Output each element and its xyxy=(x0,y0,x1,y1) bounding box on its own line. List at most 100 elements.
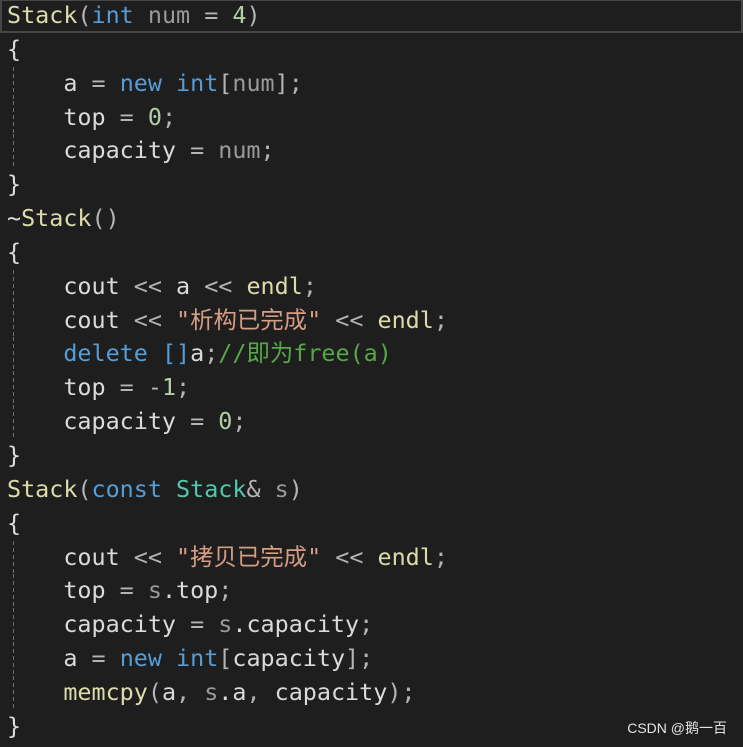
code-line[interactable]: { xyxy=(0,33,743,67)
punctuation-token: = xyxy=(77,68,120,97)
number-token: 4 xyxy=(232,1,247,29)
code-line[interactable]: a = new int[capacity]; xyxy=(0,642,743,676)
punctuation-token: [ xyxy=(218,644,233,673)
identifier-token: capacity xyxy=(232,644,346,673)
code-editor[interactable]: Stack(int num = 4){ a = new int[num]; to… xyxy=(0,0,743,747)
punctuation-token: = xyxy=(176,407,219,436)
code-line[interactable]: capacity = num; xyxy=(0,134,743,169)
parameter-token: s xyxy=(274,474,289,503)
punctuation-token: ); xyxy=(387,677,416,706)
punctuation-token: ; xyxy=(232,407,247,436)
code-line[interactable]: memcpy(a, s.a, capacity); xyxy=(0,675,743,710)
keyword-token: delete xyxy=(63,339,148,368)
punctuation-token: [ xyxy=(218,68,233,97)
code-line[interactable]: cout << "拷贝已完成" << endl; xyxy=(0,540,743,575)
keyword-token: new xyxy=(119,68,162,97)
identifier-token: top xyxy=(63,576,106,605)
identifier-token: a xyxy=(63,68,78,97)
code-line[interactable]: delete []a;//即为free(a) xyxy=(0,337,743,372)
punctuation-token: << xyxy=(321,542,378,571)
punctuation-token: ; xyxy=(218,576,233,605)
punctuation-token: , xyxy=(176,677,205,706)
identifier-token: a xyxy=(176,271,191,300)
punctuation-token: << xyxy=(119,271,177,300)
punctuation-token: ; xyxy=(359,610,374,639)
punctuation-token: ; xyxy=(433,542,448,571)
identifier-token: cout xyxy=(63,305,120,334)
text-token: { xyxy=(7,508,22,537)
punctuation-token: ; xyxy=(161,102,177,131)
code-line[interactable]: cout << "析构已完成" << endl; xyxy=(0,303,743,338)
identifier-token: a xyxy=(63,644,78,673)
punctuation-token: ( xyxy=(147,677,162,706)
identifier-token: capacity xyxy=(63,136,177,165)
punctuation-token: ; xyxy=(204,339,219,368)
code-line[interactable]: ~Stack() xyxy=(0,202,743,236)
punctuation-token: () xyxy=(91,204,120,233)
punctuation-token: ]; xyxy=(345,644,374,673)
parameter-token: num xyxy=(147,1,191,29)
punctuation-token: << xyxy=(321,305,378,334)
keyword-token: int xyxy=(176,68,219,97)
code-line[interactable]: { xyxy=(0,507,743,541)
code-line[interactable]: top = 0; xyxy=(0,100,743,135)
code-line[interactable]: capacity = 0; xyxy=(0,405,743,439)
number-token: 0 xyxy=(218,407,233,436)
text-token: { xyxy=(7,237,22,266)
code-line[interactable]: } xyxy=(0,439,743,473)
function-token: endl xyxy=(377,542,434,571)
number-token: 1 xyxy=(161,373,177,402)
parameter-token: num xyxy=(218,136,261,165)
punctuation-token: = xyxy=(190,1,233,29)
code-line[interactable]: top = s.top; xyxy=(0,574,743,609)
function-token: Stack xyxy=(7,1,78,29)
punctuation-token: << xyxy=(119,305,177,334)
punctuation-token: ]; xyxy=(274,68,303,97)
function-token: Stack xyxy=(7,474,78,503)
code-line[interactable]: Stack(const Stack& s) xyxy=(0,473,743,507)
current-code-line[interactable]: Stack(int num = 4) xyxy=(0,0,743,33)
keyword-token: const xyxy=(91,474,162,503)
identifier-token: capacity xyxy=(274,677,388,706)
string-token: "析构已完成" xyxy=(176,305,322,334)
punctuation-token: ) xyxy=(288,474,303,503)
keyword-token: [] xyxy=(161,339,191,368)
code-line[interactable]: { xyxy=(0,236,743,270)
function-token: memcpy xyxy=(63,677,148,706)
code-line[interactable]: } xyxy=(0,168,743,202)
identifier-token: capacity xyxy=(63,610,177,639)
keyword-token: int xyxy=(91,1,134,29)
text-token: { xyxy=(7,34,22,63)
type-token: Stack xyxy=(176,474,247,503)
code-line[interactable]: capacity = s.capacity; xyxy=(0,608,743,642)
identifier-token: a xyxy=(161,677,177,706)
identifier-token: capacity xyxy=(63,407,177,436)
parameter-token: s xyxy=(204,677,219,706)
punctuation-token: - xyxy=(147,373,162,402)
code-line[interactable]: a = new int[num]; xyxy=(0,66,743,101)
string-token: "拷贝已完成" xyxy=(176,542,322,571)
code-lines: Stack(int num = 4){ a = new int[num]; to… xyxy=(0,0,743,744)
parameter-token: num xyxy=(232,68,275,97)
punctuation-token: << xyxy=(119,542,177,571)
code-line[interactable]: cout << a << endl; xyxy=(0,269,743,304)
punctuation-token: = xyxy=(105,102,148,131)
keyword-token: new xyxy=(119,644,162,673)
punctuation-token: ; xyxy=(260,136,275,165)
parameter-token: s xyxy=(147,576,162,605)
code-line[interactable]: top = -1; xyxy=(0,371,743,405)
punctuation-token: ; xyxy=(302,271,317,300)
